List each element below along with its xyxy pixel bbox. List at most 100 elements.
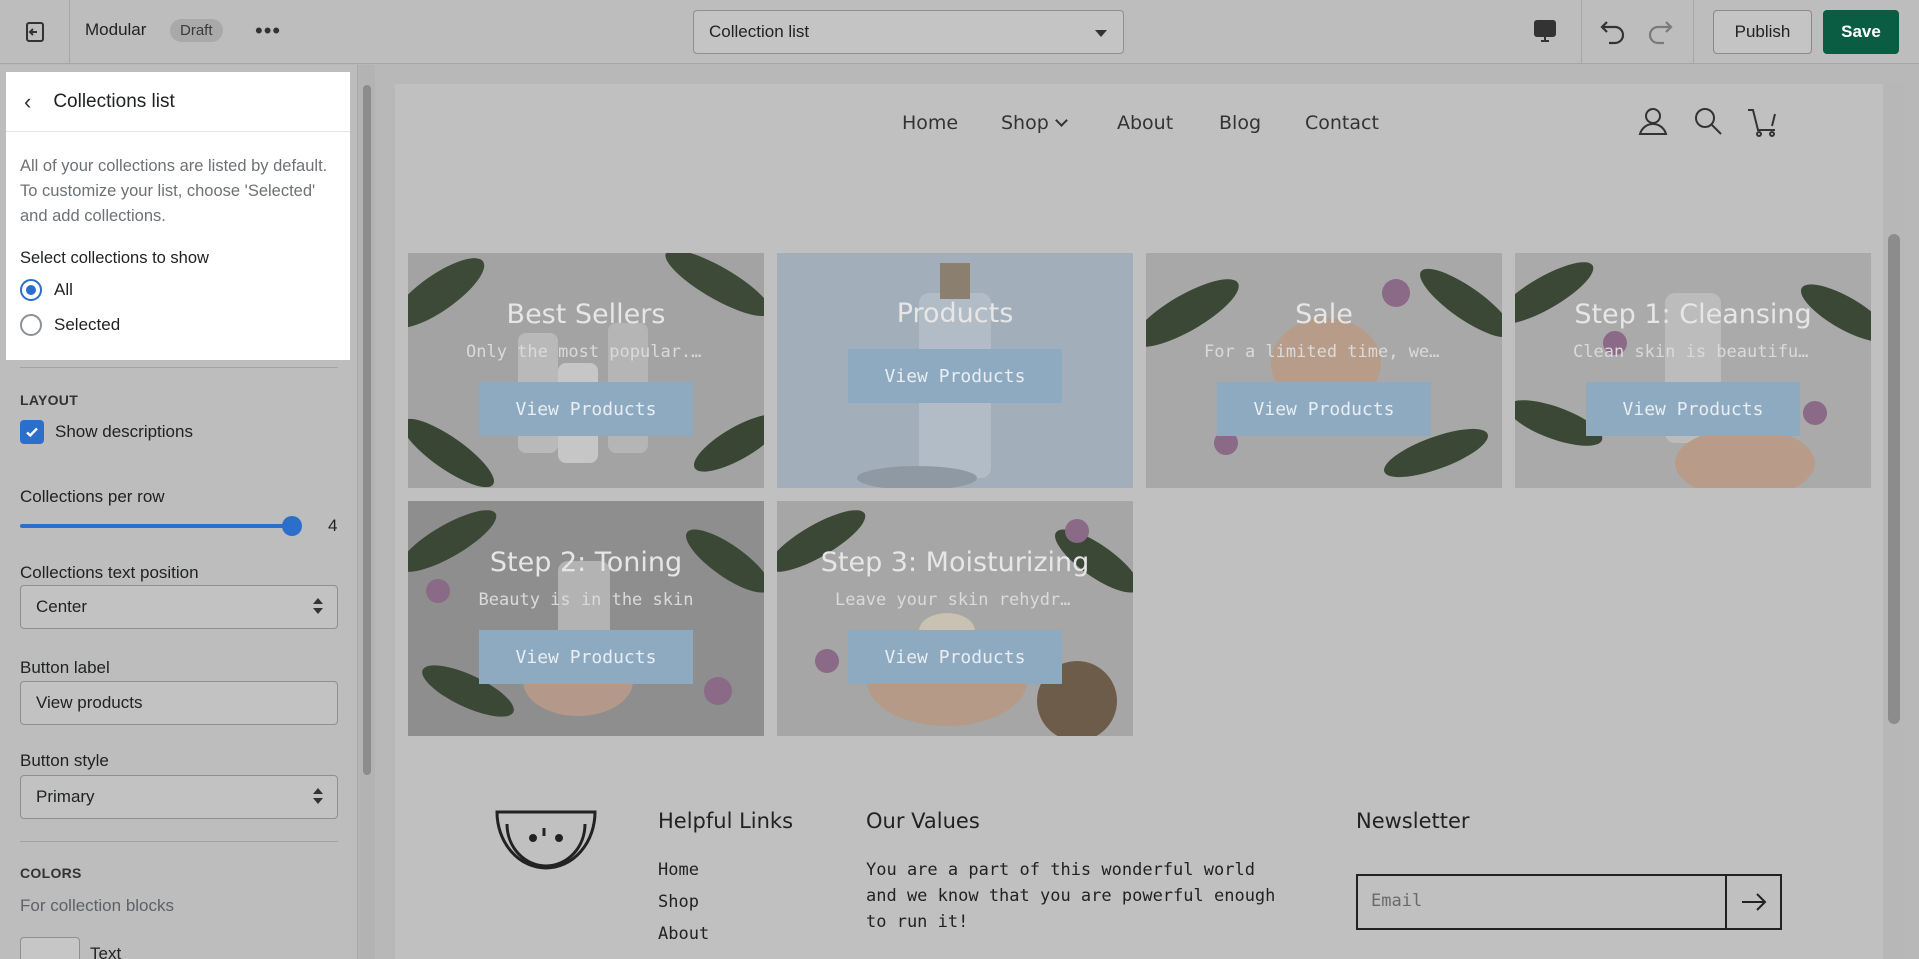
save-button[interactable]: Save <box>1823 10 1899 54</box>
view-products-button[interactable]: View Products <box>479 382 693 436</box>
collection-title: Sale <box>1295 299 1353 330</box>
redo-button[interactable] <box>1645 16 1675 51</box>
footer-link-home[interactable]: Home <box>658 860 699 880</box>
checkmark-icon <box>26 427 38 438</box>
account-icon[interactable] <box>1638 106 1668 136</box>
theme-name: Modular <box>85 20 147 39</box>
view-products-button[interactable]: View Products <box>848 349 1062 403</box>
colors-subheading: For collection blocks <box>20 896 175 915</box>
view-products-button[interactable]: View Products <box>479 630 693 684</box>
preview-scrollbar[interactable] <box>1883 84 1905 959</box>
divider <box>20 841 338 842</box>
layout-heading: LAYOUT <box>20 392 79 408</box>
nav-home[interactable]: Home <box>902 112 958 134</box>
newsletter-submit-button[interactable] <box>1725 876 1780 928</box>
collection-card-step-2[interactable]: Step 2: Toning Beauty is in the skin Vie… <box>408 501 764 736</box>
collection-title: Step 1: Cleansing <box>1574 299 1812 330</box>
view-products-button[interactable]: View Products <box>1586 382 1800 436</box>
caret-down-icon <box>1095 30 1107 37</box>
collection-description: Beauty is in the skin <box>478 590 694 610</box>
select-arrows-icon <box>313 598 323 614</box>
settings-sidebar: ‹ Collections list All of your collectio… <box>0 65 358 959</box>
search-icon[interactable] <box>1693 106 1723 136</box>
text-position-select[interactable]: Center <box>20 585 338 629</box>
nav-contact[interactable]: Contact <box>1305 112 1379 134</box>
radio-label: All <box>54 279 73 299</box>
publish-button[interactable]: Publish <box>1713 10 1812 54</box>
footer-link-shop[interactable]: Shop <box>658 892 699 912</box>
view-products-button[interactable]: View Products <box>1217 382 1431 436</box>
exit-icon <box>25 22 44 42</box>
button-style-label: Button style <box>20 751 109 770</box>
desktop-view-button[interactable] <box>1532 18 1558 49</box>
panel-description: All of your collections are listed by de… <box>20 157 328 225</box>
per-row-slider-track[interactable] <box>20 524 292 528</box>
template-select[interactable]: Collection list <box>693 10 1124 54</box>
status-badge: Draft <box>170 19 223 42</box>
collection-card-products[interactable]: Products View Products <box>777 253 1133 488</box>
scrollbar-thumb[interactable] <box>363 85 371 775</box>
button-label-value: View products <box>36 693 143 712</box>
radio-unchecked-icon <box>20 313 42 336</box>
collection-title: Step 3: Moisturizing <box>820 547 1090 578</box>
nav-shop[interactable]: Shop <box>1001 112 1068 134</box>
newsletter-title: Newsletter <box>1356 809 1470 833</box>
more-actions-button[interactable]: ••• <box>255 18 281 44</box>
collection-card-step-3[interactable]: Step 3: Moisturizing Leave your skin reh… <box>777 501 1133 736</box>
store-nav: Home Shop About Blog Contact <box>395 84 1885 164</box>
nav-blog[interactable]: Blog <box>1219 112 1261 134</box>
arrow-right-icon <box>1741 893 1766 911</box>
select-arrows-icon <box>313 788 323 804</box>
radio-checked-icon <box>20 278 42 301</box>
divider <box>1693 0 1694 64</box>
sidebar-scrollbar[interactable] <box>359 65 375 959</box>
show-descriptions-checkbox[interactable] <box>20 420 44 444</box>
collection-card-step-1[interactable]: Step 1: Cleansing Clean skin is beautifu… <box>1515 253 1871 488</box>
nav-shop-label: Shop <box>1001 112 1049 134</box>
collection-title: Step 2: Toning <box>489 547 683 578</box>
redo-icon <box>1648 21 1673 45</box>
undo-button[interactable] <box>1598 16 1628 51</box>
text-position-value: Center <box>36 597 88 616</box>
cart-icon[interactable] <box>1747 106 1779 138</box>
collection-title: Products <box>896 298 1014 329</box>
collection-card-sale[interactable]: Sale For a limited time, we're... View P… <box>1146 253 1502 488</box>
text-color-swatch[interactable] <box>20 937 80 959</box>
top-bar: Modular Draft ••• Collection list Publis… <box>0 0 1919 64</box>
view-products-button[interactable]: View Products <box>848 630 1062 684</box>
newsletter-email-input[interactable]: Email <box>1356 874 1782 930</box>
exit-button[interactable] <box>0 0 70 64</box>
scrollbar-thumb[interactable] <box>1888 234 1900 724</box>
button-style-value: Primary <box>36 787 95 806</box>
panel-title: Collections list <box>53 90 175 112</box>
collection-description: Clean skin is beautiful, glowi... <box>1573 342 1813 362</box>
divider <box>1581 0 1582 64</box>
our-values-text: You are a part of this wonderful world a… <box>866 860 1276 932</box>
radio-option-selected[interactable]: Selected <box>6 307 350 342</box>
collection-card-best-sellers[interactable]: Best Sellers Only the most popular... Vi… <box>408 253 764 488</box>
email-placeholder: Email <box>1371 891 1423 911</box>
panel-header: ‹ Collections list <box>6 72 350 132</box>
show-descriptions-label: Show descriptions <box>55 422 193 441</box>
footer-link-about[interactable]: About <box>658 924 709 944</box>
our-values-title: Our Values <box>866 809 980 833</box>
button-style-select[interactable]: Primary <box>20 775 338 819</box>
nav-about[interactable]: About <box>1117 112 1173 134</box>
template-select-value: Collection list <box>709 22 810 41</box>
per-row-value: 4 <box>328 516 338 535</box>
collection-title: Best Sellers <box>506 299 666 330</box>
watermelon-logo-icon <box>495 810 597 870</box>
back-arrow-icon[interactable]: ‹ <box>24 89 31 115</box>
collection-description: Leave your skin rehydrated... <box>835 590 1075 610</box>
button-label-input[interactable]: View products <box>20 681 338 725</box>
collection-description: Only the most popular... <box>466 342 706 362</box>
radio-label: Selected <box>54 314 121 334</box>
collections-list-panel: ‹ Collections list All of your collectio… <box>6 72 350 360</box>
store-preview: Home Shop About Blog Contact Best Seller… <box>395 84 1885 959</box>
chevron-down-icon <box>1054 114 1068 127</box>
radio-option-all[interactable]: All <box>6 272 350 307</box>
colors-heading: COLORS <box>20 865 82 881</box>
per-row-slider-thumb[interactable] <box>282 516 302 536</box>
desktop-icon <box>1534 20 1556 42</box>
button-label-label: Button label <box>20 658 110 677</box>
